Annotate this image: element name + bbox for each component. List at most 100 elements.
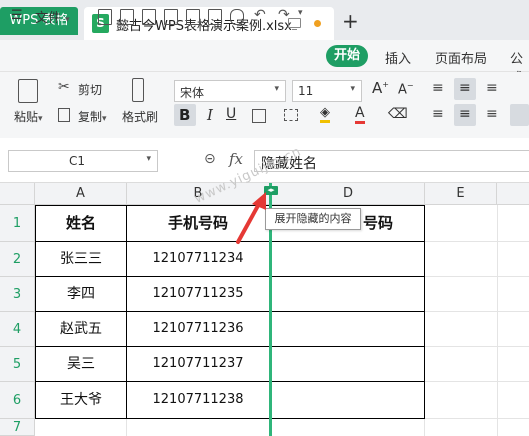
cell-b3[interactable]: 12107711235	[127, 277, 269, 311]
eraser-icon[interactable]: ⌫	[388, 106, 408, 122]
row-header-4[interactable]: 4	[0, 312, 35, 347]
cell-b4[interactable]: 12107711236	[127, 312, 269, 346]
chevron-down-icon: ▾	[65, 15, 70, 25]
chevron-down-icon: ▾	[274, 84, 279, 94]
border-icon[interactable]	[252, 109, 266, 123]
cell-a1[interactable]: 姓名	[36, 206, 126, 241]
gridline	[425, 381, 529, 382]
shrink-font-glyph: A	[398, 82, 407, 98]
redo-icon[interactable]: ↷	[278, 7, 290, 23]
justify-icon[interactable]	[510, 104, 529, 126]
export-pdf-icon[interactable]	[164, 9, 178, 25]
tab-start[interactable]: 开始	[326, 45, 368, 67]
gridline	[425, 276, 529, 277]
format-painter-icon[interactable]	[132, 78, 144, 102]
file-menu[interactable]: 文件 ▾	[35, 7, 70, 26]
gridline	[497, 205, 498, 436]
align-top-icon[interactable]: ≡	[432, 80, 444, 96]
align-bottom-icon[interactable]: ≡	[486, 80, 498, 96]
cut-button[interactable]: 剪切	[78, 81, 102, 98]
gridline	[425, 241, 529, 242]
row-header-5[interactable]: 5	[0, 347, 35, 382]
paste-icon[interactable]	[18, 79, 38, 103]
unsaved-dot-icon	[314, 20, 321, 27]
print-icon[interactable]	[186, 9, 200, 25]
grow-font-glyph: A	[372, 79, 383, 97]
chevron-down-icon: ▾	[350, 84, 355, 94]
zoom-icon[interactable]: ⊝	[204, 151, 216, 167]
underline-button[interactable]: U	[226, 106, 236, 122]
scissors-icon[interactable]: ✂	[58, 79, 70, 95]
name-box-value: C1	[69, 154, 86, 168]
cell-d1-text: 号码	[362, 214, 393, 232]
row-header-2[interactable]: 2	[0, 242, 35, 277]
shrink-font-button[interactable]: A−	[398, 81, 414, 97]
bold-button[interactable]: B	[174, 104, 196, 126]
row-header-1[interactable]: 1	[0, 205, 35, 242]
font-size-value: 11	[298, 84, 314, 98]
gridline	[126, 419, 127, 436]
cell-a2[interactable]: 张三三	[36, 242, 126, 276]
chevron-down-icon: ▾	[146, 154, 151, 164]
tooltip: 展开隐藏的内容	[265, 208, 361, 230]
cell-b6[interactable]: 12107711238	[127, 382, 269, 418]
align-middle-icon[interactable]: ≡	[454, 78, 476, 100]
gridline	[425, 311, 529, 312]
grow-font-button[interactable]: A+	[372, 79, 389, 97]
column-header-d[interactable]: D	[272, 183, 425, 205]
tab-insert[interactable]: 插入	[385, 48, 411, 67]
cell-b5[interactable]: 12107711237	[127, 347, 269, 381]
cell-a5[interactable]: 吴三	[36, 347, 126, 381]
paste-label: 粘贴	[14, 110, 39, 124]
format-painter-button[interactable]: 格式刷	[122, 108, 158, 125]
open-folder-icon[interactable]	[120, 9, 134, 25]
column-header-a[interactable]: A	[35, 183, 127, 205]
fill-pattern-icon[interactable]	[284, 109, 298, 121]
print-preview-icon[interactable]	[208, 9, 222, 25]
column-header-e[interactable]: E	[425, 183, 497, 205]
cell-a6[interactable]: 王大爷	[36, 382, 126, 418]
table-border	[35, 418, 425, 419]
column-header-f[interactable]	[497, 183, 529, 205]
new-tab-button[interactable]: +	[342, 9, 359, 33]
chevron-down-icon: ▾	[38, 114, 43, 124]
row-header-3[interactable]: 3	[0, 277, 35, 312]
hamburger-icon[interactable]: ☰	[11, 8, 23, 23]
paste-button[interactable]: 粘贴▾	[14, 108, 43, 125]
undo-icon[interactable]: ↶	[254, 7, 266, 23]
italic-button[interactable]: I	[207, 106, 213, 124]
new-document-icon[interactable]	[98, 9, 112, 25]
select-all-corner[interactable]	[0, 183, 35, 205]
name-box[interactable]: C1 ▾	[8, 150, 158, 172]
chevron-down-icon: ▾	[102, 114, 107, 124]
cell-a3[interactable]: 李四	[36, 277, 126, 311]
align-left-icon[interactable]: ≡	[432, 106, 444, 122]
file-menu-label: 文件	[35, 11, 62, 26]
font-name-value: 宋体	[180, 86, 205, 100]
row-header-7[interactable]: 7	[0, 419, 35, 436]
align-center-glyph: ≡	[459, 106, 471, 122]
copy-label: 复制	[78, 110, 103, 124]
font-name-select[interactable]: 宋体 ▾	[174, 80, 286, 102]
align-middle-glyph: ≡	[459, 80, 471, 96]
fill-color-icon[interactable]: ◈	[320, 106, 330, 123]
font-size-select[interactable]: 11 ▾	[292, 80, 362, 102]
row-header-6[interactable]: 6	[0, 382, 35, 419]
copy-button[interactable]: 复制▾	[78, 108, 107, 125]
table-border	[424, 205, 425, 419]
cell-b2[interactable]: 12107711234	[127, 242, 269, 276]
align-center-icon[interactable]: ≡	[454, 104, 476, 126]
find-icon[interactable]	[230, 9, 244, 25]
tab-page-layout[interactable]: 页面布局	[435, 48, 487, 67]
gridline	[425, 346, 529, 347]
copy-icon[interactable]	[58, 108, 70, 122]
font-color-button[interactable]: A	[355, 106, 365, 124]
cell-a4[interactable]: 赵武五	[36, 312, 126, 346]
bold-glyph: B	[179, 106, 191, 124]
chevron-down-icon[interactable]: ▾	[298, 8, 303, 18]
annotation-arrow-icon	[236, 192, 266, 244]
fx-icon[interactable]: fx	[229, 150, 243, 168]
align-right-icon[interactable]: ≡	[486, 106, 498, 122]
save-icon[interactable]	[142, 9, 156, 25]
gridline	[424, 419, 425, 436]
